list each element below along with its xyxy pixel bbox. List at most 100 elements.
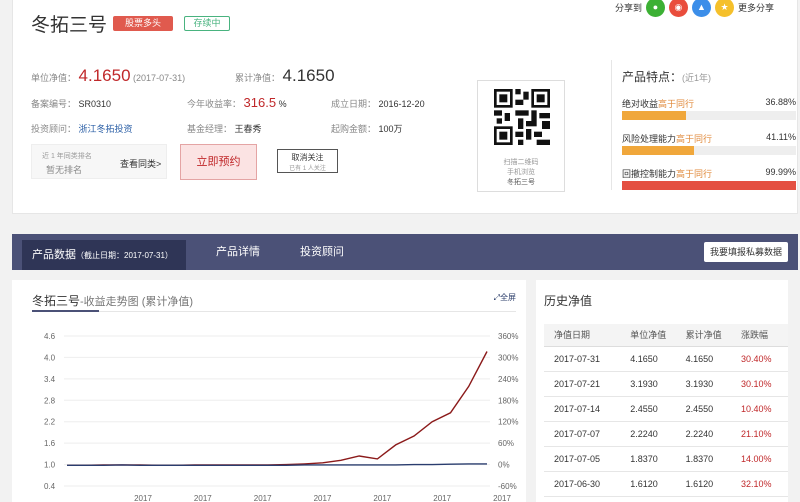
unit-nav-label: 单位净值： — [31, 73, 77, 83]
min-value: 100万 — [378, 124, 403, 134]
history-table: 净值日期 单位净值 累计净值 涨跌幅 2017-07-31 4.1650 4.1650 30… — [544, 324, 788, 497]
y-left-tick-label: 0.4 — [44, 482, 56, 491]
record-value: SR0310 — [78, 99, 112, 109]
follower-count: 已有 1 人关注 — [289, 166, 326, 172]
y-right-tick-label: 60% — [498, 439, 514, 448]
acc-nav-row: 累计净值： 4.1650 — [235, 66, 335, 86]
advisor-label: 投资顾问： — [31, 124, 77, 134]
fullscreen-button[interactable]: ⤢全屏 — [494, 292, 516, 303]
table-cell: 32.10% — [741, 471, 788, 497]
y-right-tick-label: 0% — [498, 461, 510, 470]
table-cell: 30.40% — [741, 346, 788, 372]
y-right-tick-label: 360% — [498, 332, 518, 341]
table-cell: 30.10% — [741, 371, 788, 397]
x-tick-label: 2017 — [134, 494, 152, 502]
feature-level: 高于同行 — [658, 99, 695, 109]
status-badge: 存续中 — [184, 16, 230, 31]
feature-drawdown-control: 回撤控制能力高于同行 99.99% — [622, 167, 796, 190]
unfollow-label: 取消关注 — [291, 153, 324, 162]
rank-value: 暂无排名 — [46, 165, 83, 175]
acc-nav-value: 4.1650 — [282, 66, 335, 85]
ytd-row: 今年收益率： 316.5 % — [187, 95, 287, 110]
features-period: (近1年) — [682, 73, 712, 83]
column-header: 单位净值 — [630, 324, 686, 347]
min-row: 起购金额： 100万 — [331, 122, 403, 135]
column-header: 涨跌幅 — [741, 324, 788, 347]
more-share-link[interactable]: 更多分享 — [738, 1, 774, 14]
view-peers-link[interactable]: 查看同类> — [120, 157, 161, 170]
x-tick-label: 2017 — [314, 494, 332, 502]
y-right-tick-label: 120% — [498, 418, 518, 427]
chart-title: 冬拓三号-收益走势图 (累计净值) — [32, 292, 193, 309]
y-right-tick-label: 240% — [498, 375, 518, 384]
y-left-tick-label: 3.4 — [44, 375, 56, 384]
tab-investment-advisor[interactable]: 投资顾问 — [300, 234, 344, 270]
table-cell: 2017-07-05 — [544, 446, 631, 472]
column-header: 累计净值 — [685, 324, 741, 347]
founded-row: 成立日期： 2016-12-20 — [331, 97, 425, 110]
table-cell: 2017-07-21 — [544, 371, 631, 397]
feature-bar-fill — [622, 146, 694, 155]
advisor-link[interactable]: 浙江冬拓投资 — [79, 124, 133, 134]
return-chart[interactable]: 4.6 360% 4.0 300% 3.4 240% 2.8 180% 2.2 120% 1.6 60… — [12, 320, 526, 502]
tab-product-data[interactable]: 产品数据（截止日期：2017-07-31） — [22, 240, 186, 270]
table-cell: 2.4550 — [685, 396, 741, 422]
qzone-icon[interactable]: ★ — [714, 0, 734, 17]
feature-absolute-return: 绝对收益高于同行 36.88% — [622, 97, 796, 120]
tab-product-data-label: 产品数据 — [32, 249, 76, 261]
qr-caption-1: 扫描二维码 — [503, 159, 539, 166]
qq-icon[interactable]: ▲ — [691, 0, 711, 17]
unfollow-button[interactable]: 取消关注 已有 1 人关注 — [277, 149, 338, 173]
weibo-icon[interactable]: ◉ — [668, 0, 688, 17]
column-header: 净值日期 — [544, 324, 631, 347]
feature-name: 风险处理能力 — [622, 134, 677, 144]
table-cell: 1.8370 — [630, 446, 686, 472]
unit-nav-value: 4.1650 — [78, 66, 131, 85]
feature-pct: 41.11% — [766, 132, 796, 142]
appointment-button[interactable]: 立即预约 — [180, 144, 257, 180]
chart-subtitle: -收益走势图 (累计净值) — [80, 296, 194, 308]
features-title: 产品特点：(近1年) — [622, 68, 711, 85]
feature-bar — [622, 146, 796, 155]
return-chart-panel: 冬拓三号-收益走势图 (累计净值) ⤢全屏 4.6 360% 4.0 300% 3.4 2… — [12, 280, 526, 502]
feature-pct: 99.99% — [765, 167, 796, 177]
ytd-value: 316.5 — [243, 95, 277, 110]
min-label: 起购金额： — [331, 124, 377, 134]
feature-level: 高于同行 — [676, 169, 713, 179]
feature-name: 回撤控制能力 — [622, 169, 677, 179]
fullscreen-label: 全屏 — [500, 293, 516, 302]
rank-box: 近 1 年同类排名 暂无排名 查看同类> — [31, 144, 167, 179]
table-cell: 14.00% — [741, 446, 788, 472]
advisor-row: 投资顾问： 浙江冬拓投资 — [31, 122, 133, 135]
qr-box: 扫描二维码 手机浏览 冬拓三号 — [477, 80, 565, 192]
y-left-tick-label: 2.2 — [44, 418, 56, 427]
record-row: 备案编号： SR0310 — [31, 97, 111, 110]
title-underline — [32, 310, 99, 312]
x-tick-label: 2017 — [194, 494, 212, 502]
table-row: 2017-07-05 1.8370 1.8370 14.00% — [544, 446, 788, 472]
x-tick-label: 2017 — [254, 494, 272, 502]
fund-name: 冬拓三号 — [31, 15, 108, 36]
feature-pct: 36.88% — [765, 97, 796, 107]
y-left-tick-label: 2.8 — [44, 396, 56, 405]
y-left-tick-label: 4.6 — [44, 332, 56, 341]
tab-product-data-date: （截止日期：2017-07-31） — [76, 251, 173, 260]
y-right-tick-label: 300% — [498, 353, 518, 362]
table-cell: 2.2240 — [685, 421, 741, 447]
y-left-tick-label: 1.0 — [44, 461, 56, 470]
tab-product-detail[interactable]: 产品详情 — [216, 234, 260, 270]
y-left-tick-label: 4.0 — [44, 353, 56, 362]
unit-nav-date: (2017-07-31) — [133, 73, 186, 83]
manager-value[interactable]: 王春秀 — [235, 124, 262, 134]
table-cell: 1.6120 — [630, 471, 686, 497]
report-private-fund-button[interactable]: 我要填报私募数据 — [704, 242, 788, 262]
table-cell: 2017-07-07 — [544, 421, 631, 447]
wechat-icon[interactable]: ● — [645, 0, 665, 17]
table-cell: 2017-07-14 — [544, 396, 631, 422]
table-cell: 10.40% — [741, 396, 788, 422]
table-cell: 3.1930 — [630, 371, 686, 397]
table-cell: 2017-06-30 — [544, 471, 631, 497]
founded-label: 成立日期： — [331, 99, 377, 109]
founded-value: 2016-12-20 — [378, 99, 425, 109]
chart-fund-name: 冬拓三号 — [32, 294, 81, 308]
